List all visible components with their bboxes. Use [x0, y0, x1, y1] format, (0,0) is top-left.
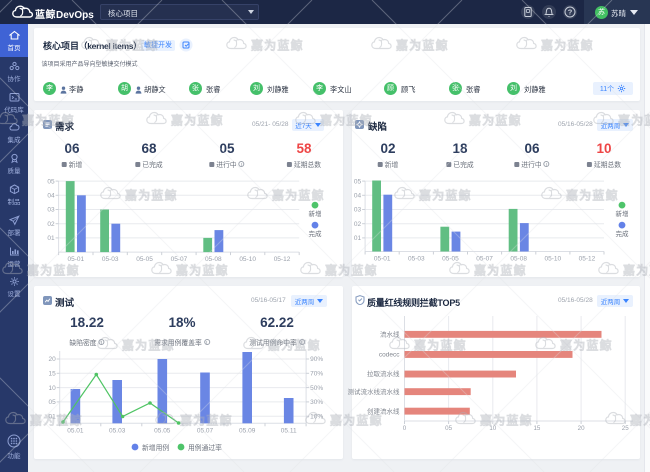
svg-text:05-12: 05-12 [274, 256, 291, 263]
svg-text:05.09: 05.09 [239, 427, 256, 434]
svg-text:05: 05 [354, 178, 362, 185]
svg-text:codecc: codecc [379, 352, 400, 359]
svg-text:02: 02 [47, 221, 55, 228]
svg-text:05.01: 05.01 [67, 427, 84, 434]
svg-text:流水线: 流水线 [380, 330, 400, 339]
svg-text:创建流水线: 创建流水线 [367, 406, 400, 415]
svg-text:测试流水线流水线: 测试流水线流水线 [348, 387, 401, 396]
svg-text:05.03: 05.03 [109, 427, 126, 434]
svg-text:05-05: 05-05 [136, 256, 153, 263]
svg-text:05: 05 [445, 425, 452, 432]
svg-text:05-08: 05-08 [510, 256, 527, 263]
svg-text:05-01: 05-01 [374, 256, 391, 263]
svg-text:05: 05 [47, 178, 55, 185]
svg-text:30%: 30% [310, 399, 323, 406]
svg-text:10: 10 [489, 425, 496, 432]
svg-text:50%: 50% [310, 385, 323, 392]
svg-text:05-03: 05-03 [408, 256, 425, 263]
svg-text:10: 10 [48, 385, 56, 392]
svg-text:0: 0 [403, 425, 407, 432]
svg-text:05.05: 05.05 [154, 427, 171, 434]
svg-text:04: 04 [47, 193, 55, 200]
svg-text:05.07: 05.07 [197, 427, 214, 434]
svg-text:15: 15 [533, 425, 540, 432]
svg-text:01: 01 [47, 235, 55, 242]
svg-text:01: 01 [48, 413, 56, 420]
svg-text:15: 15 [48, 371, 56, 378]
svg-text:05-10: 05-10 [545, 256, 562, 263]
svg-text:新增: 新增 [616, 209, 629, 218]
svg-text:用例通过率: 用例通过率 [188, 443, 222, 452]
svg-text:70%: 70% [310, 371, 323, 378]
svg-text:03: 03 [354, 207, 362, 214]
svg-text:20: 20 [578, 425, 585, 432]
svg-text:新增: 新增 [309, 209, 322, 218]
svg-text:05: 05 [48, 399, 56, 406]
svg-text:完成: 完成 [309, 229, 323, 238]
svg-text:20: 20 [48, 356, 56, 363]
svg-text:拉取流水线: 拉取流水线 [367, 369, 400, 378]
svg-text:新增用例: 新增用例 [142, 443, 169, 452]
svg-text:02: 02 [354, 221, 362, 228]
svg-text:05-07: 05-07 [171, 256, 188, 263]
svg-text:05-07: 05-07 [476, 256, 493, 263]
svg-text:05-03: 05-03 [102, 256, 119, 263]
svg-text:25: 25 [622, 425, 629, 432]
svg-text:10%: 10% [310, 413, 323, 420]
svg-text:90%: 90% [310, 356, 323, 363]
svg-text:?: ? [568, 8, 573, 17]
svg-text:05-12: 05-12 [579, 256, 596, 263]
svg-text:03: 03 [47, 207, 55, 214]
svg-text:05-01: 05-01 [67, 256, 84, 263]
svg-text:04: 04 [354, 193, 362, 200]
svg-text:05-05: 05-05 [442, 256, 459, 263]
svg-text:完成: 完成 [616, 229, 630, 238]
svg-text:05.11: 05.11 [281, 427, 297, 434]
svg-text:01: 01 [354, 235, 362, 242]
svg-text:05-10: 05-10 [239, 256, 256, 263]
svg-text:05-08: 05-08 [205, 256, 222, 263]
